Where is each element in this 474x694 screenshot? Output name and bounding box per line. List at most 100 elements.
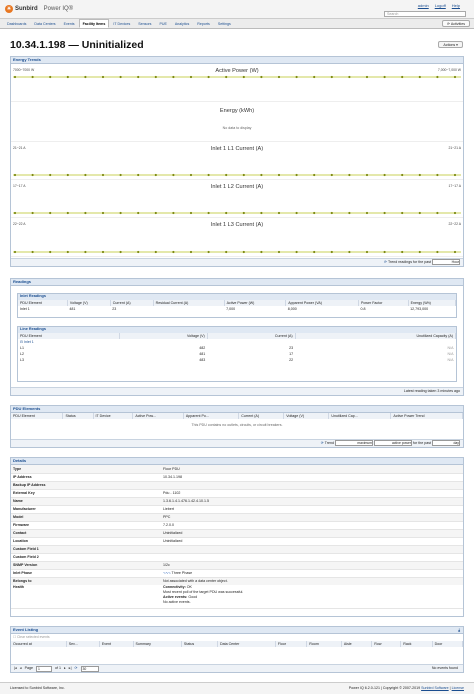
- event-column-header[interactable]: Occurred at: [11, 641, 67, 647]
- chart-right-range: 7,000~7,000 W: [437, 68, 461, 72]
- chart-title: Inlet 1 L2 Current (A): [210, 184, 264, 190]
- chart-series: [13, 250, 461, 254]
- detail-label: Backup IP Address: [13, 483, 46, 487]
- pdu-elements-footer: ⟳ Trend maximum active power for the pas…: [11, 439, 463, 447]
- trend-period-select[interactable]: Hour: [432, 259, 460, 266]
- activities-button[interactable]: ⟳ Activities: [442, 20, 470, 27]
- line-cell: N/A: [447, 358, 454, 362]
- sunbird-link[interactable]: Sunbird Software: [421, 686, 449, 690]
- series-point: [84, 75, 87, 79]
- series-point: [277, 211, 281, 215]
- pdu-column-header[interactable]: Unutilized Cap...: [328, 413, 392, 419]
- pdu-column-header[interactable]: Apparent Po...: [183, 413, 240, 419]
- page-input[interactable]: 1: [35, 665, 52, 672]
- series-point: [418, 250, 421, 254]
- prev-page-icon[interactable]: ◂: [20, 665, 22, 672]
- series-point: [101, 250, 105, 254]
- event-column-header[interactable]: Row: [371, 641, 402, 647]
- tab-facility-items[interactable]: Facility Items: [78, 19, 110, 28]
- series-point: [365, 75, 369, 79]
- chart-series: [13, 211, 461, 215]
- chart-series: [13, 75, 461, 79]
- actions-button[interactable]: Actions ▾: [438, 41, 463, 48]
- event-column-header[interactable]: Aisle: [341, 641, 373, 647]
- detail-value: Liebert: [163, 507, 174, 511]
- pdu-refresh-icon[interactable]: ⟳: [321, 441, 324, 445]
- pdu-column-header[interactable]: Voltage (V): [283, 413, 330, 419]
- help-link[interactable]: Help: [452, 3, 460, 8]
- first-page-icon[interactable]: |◂: [14, 665, 17, 672]
- pdu-empty-message: This PDU contains no outlets, circuits, …: [191, 423, 283, 427]
- clear-events-button[interactable]: ☐ Clear selected events: [11, 634, 463, 641]
- refresh-icon[interactable]: ⟳: [384, 260, 387, 264]
- trend-chart: Inlet 1 L3 Current (A) 22~22 A 22~22 A: [11, 220, 463, 257]
- admin-link[interactable]: admin: [418, 3, 429, 8]
- event-column-header[interactable]: Sev...: [66, 641, 100, 647]
- tab-it-devices[interactable]: IT Devices: [109, 19, 134, 28]
- pdu-column-header[interactable]: Active Pow...: [132, 413, 184, 419]
- next-page-icon[interactable]: ▸: [64, 665, 66, 672]
- inlet-cell: 7,000: [226, 307, 236, 311]
- per-page-select[interactable]: 30: [80, 665, 99, 672]
- pdu-trend-select[interactable]: maximum: [335, 440, 374, 447]
- last-page-icon[interactable]: ▸|: [69, 665, 72, 672]
- series-point: [277, 173, 281, 177]
- series-point: [418, 211, 421, 215]
- tab-data-centers[interactable]: Data Centers: [30, 19, 59, 28]
- detail-row: Type Floor PDU: [11, 465, 463, 473]
- export-icon[interactable]: ⤓: [458, 627, 460, 633]
- series-point: [260, 173, 263, 177]
- event-column-header[interactable]: Event: [99, 641, 134, 647]
- chart-left-range: 7000~7000 W: [13, 68, 35, 72]
- detail-value: ∿∿∿Three Phase: [161, 569, 463, 577]
- energy-trends-header: Energy Trends: [11, 57, 463, 64]
- health-value: Connectivity: OK Most recent poll of the…: [161, 585, 463, 609]
- pdu-measure-select[interactable]: active power: [374, 440, 413, 447]
- series-point: [225, 250, 228, 254]
- series-point: [119, 211, 122, 215]
- tab-settings[interactable]: Settings: [214, 19, 235, 28]
- event-column-header[interactable]: Status: [181, 641, 219, 647]
- series-point: [31, 173, 34, 177]
- search-input[interactable]: Search: [384, 11, 466, 17]
- trend-chart: Inlet 1 L1 Current (A) 21~21 A 21~21 A: [11, 144, 463, 180]
- series-point: [242, 75, 245, 79]
- event-column-header[interactable]: Data Center: [217, 641, 276, 647]
- tab-reports[interactable]: Reports: [193, 19, 214, 28]
- license-link[interactable]: License: [452, 686, 464, 690]
- tab-dashboards[interactable]: Dashboards: [3, 19, 30, 28]
- brand-logo[interactable]: ☀ Sunbird Power IQ®: [5, 5, 73, 13]
- app-header: ☀ Sunbird Power IQ® admin Logoff Help Se…: [0, 0, 474, 19]
- detail-value: 10.34.1.198: [163, 475, 182, 479]
- series-point: [13, 211, 17, 215]
- event-column-header[interactable]: Rack: [400, 641, 433, 647]
- event-column-header[interactable]: Door: [432, 641, 464, 647]
- pdu-column-header[interactable]: Current (A): [238, 413, 285, 419]
- event-column-header[interactable]: Room: [306, 641, 342, 647]
- tab-sensors[interactable]: Sensors: [134, 19, 155, 28]
- events-refresh-icon[interactable]: ⟳: [75, 665, 78, 672]
- series-point: [225, 173, 228, 177]
- page-footer: Licensed to Sunbird Software, Inc. Power…: [0, 682, 474, 694]
- energy-trends-footer: ⟳ Trend readings for the past Hour: [11, 258, 463, 266]
- pdu-column-header[interactable]: Active Power Trend: [390, 413, 463, 419]
- copyright-text: Power IQ 6.2.0-121 | Copyright © 2007-20…: [348, 686, 421, 690]
- series-point: [260, 250, 263, 254]
- tab-analytics[interactable]: Analytics: [171, 19, 193, 28]
- tab-pue[interactable]: PUE: [155, 19, 170, 28]
- pdu-column-header[interactable]: Status: [62, 413, 94, 419]
- three-phase-icon: ∿∿∿: [163, 571, 171, 575]
- pdu-trend-label: Trend: [324, 441, 335, 445]
- logoff-link[interactable]: Logoff: [435, 3, 446, 8]
- pdu-column-header[interactable]: PDU Element: [11, 413, 64, 419]
- inlet-readings: Inlet Readings PDU Element Voltage (V) Cur…: [17, 293, 457, 318]
- pdu-past-select[interactable]: day: [432, 440, 460, 447]
- tab-events[interactable]: Events: [60, 19, 79, 28]
- event-column-header[interactable]: Floor: [275, 641, 308, 647]
- health-table: Health Connectivity: OK Most recent poll…: [11, 584, 463, 610]
- event-column-header[interactable]: Summary: [133, 641, 182, 647]
- pdu-column-header[interactable]: IT Device: [93, 413, 134, 419]
- line-readings-table: PDU Element Voltage (V) Current (A) Unutili…: [18, 333, 457, 363]
- series-point: [242, 211, 245, 215]
- series-point: [330, 75, 333, 79]
